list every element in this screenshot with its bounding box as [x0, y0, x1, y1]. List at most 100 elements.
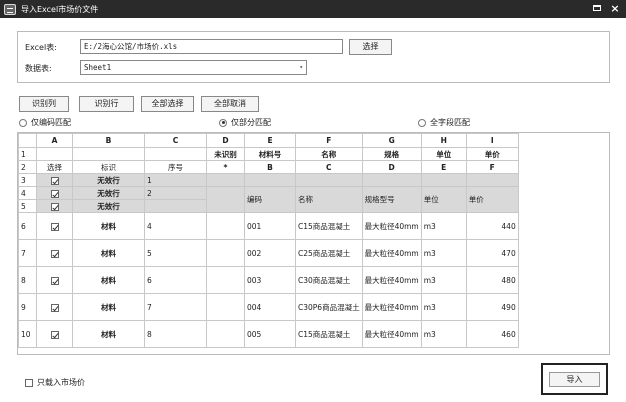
- grid-cell[interactable]: 名称: [295, 147, 363, 161]
- checkbox-checked-icon[interactable]: [50, 330, 59, 339]
- row-checkbox-cell[interactable]: [36, 173, 73, 187]
- row-checkbox-cell[interactable]: [36, 266, 73, 294]
- grid-cell[interactable]: [36, 147, 73, 161]
- material-code[interactable]: 003: [244, 266, 296, 294]
- row-number[interactable]: 3: [18, 173, 37, 187]
- row-number[interactable]: 4: [18, 186, 37, 200]
- grid-cell[interactable]: [361, 173, 422, 187]
- grid-cell[interactable]: [206, 266, 245, 294]
- grid-cell[interactable]: 编码: [244, 186, 296, 213]
- row-number[interactable]: 8: [18, 266, 37, 294]
- checkbox-checked-icon[interactable]: [50, 222, 59, 231]
- radio-partial[interactable]: 仅部分匹配: [219, 117, 271, 128]
- grid-cell[interactable]: 标识: [72, 160, 145, 174]
- row-number[interactable]: 6: [18, 212, 37, 240]
- grid-cell[interactable]: 规格: [361, 147, 422, 161]
- material-unit[interactable]: m3: [420, 293, 467, 321]
- column-header[interactable]: H: [420, 133, 467, 148]
- material-name[interactable]: C15商品混凝土: [295, 212, 363, 240]
- spreadsheet-grid[interactable]: A B C D E F G H I 1 未识别 材料号 名称 规格 单位 单价 2 选择 标识 序号 * B C D E F 3 无效…: [17, 132, 610, 355]
- row-checkbox-cell[interactable]: [36, 212, 73, 240]
- material-unit[interactable]: m3: [420, 239, 467, 267]
- material-code[interactable]: 004: [244, 293, 296, 321]
- grid-cell[interactable]: 序号: [144, 160, 207, 174]
- grid-cell[interactable]: 材料号: [244, 147, 296, 161]
- column-header[interactable]: I: [465, 133, 519, 148]
- grid-cell[interactable]: 单位: [420, 147, 467, 161]
- row-checkbox-cell[interactable]: [36, 239, 73, 267]
- grid-cell[interactable]: 单价: [465, 147, 519, 161]
- grid-cell[interactable]: [295, 173, 363, 187]
- material-price[interactable]: 470: [465, 239, 519, 267]
- market-only-checkbox[interactable]: 只载入市场价: [25, 377, 85, 388]
- column-header[interactable]: [18, 133, 37, 148]
- grid-cell[interactable]: [420, 173, 467, 187]
- grid-cell[interactable]: E: [420, 160, 467, 174]
- checkbox-checked-icon[interactable]: [50, 276, 59, 285]
- material-spec[interactable]: 最大粒径40mm: [361, 212, 422, 240]
- checkbox-checked-icon[interactable]: [50, 189, 59, 198]
- deselect-all-button[interactable]: 全部取消: [201, 96, 259, 112]
- import-button[interactable]: 导入: [549, 372, 600, 387]
- column-header[interactable]: C: [144, 133, 207, 148]
- material-unit[interactable]: m3: [420, 266, 467, 294]
- grid-cell[interactable]: [244, 173, 296, 187]
- grid-cell[interactable]: 单价: [465, 186, 519, 213]
- material-unit[interactable]: m3: [420, 320, 467, 348]
- grid-cell[interactable]: 名称: [295, 186, 363, 213]
- grid-cell[interactable]: [206, 293, 245, 321]
- material-name[interactable]: C30商品混凝土: [295, 266, 363, 294]
- grid-cell[interactable]: 规格型号: [361, 186, 422, 213]
- select-all-button[interactable]: 全部选择: [141, 96, 194, 112]
- column-header[interactable]: F: [295, 133, 363, 148]
- grid-cell[interactable]: [206, 320, 245, 348]
- browse-button[interactable]: 选择: [349, 39, 392, 55]
- material-code[interactable]: 002: [244, 239, 296, 267]
- grid-cell[interactable]: *: [206, 160, 245, 174]
- row-number[interactable]: 9: [18, 293, 37, 321]
- material-code[interactable]: 005: [244, 320, 296, 348]
- row-checkbox-cell[interactable]: [36, 186, 73, 200]
- grid-cell[interactable]: D: [361, 160, 422, 174]
- checkbox-checked-icon[interactable]: [50, 303, 59, 312]
- identify-row-button[interactable]: 识别行: [79, 96, 134, 112]
- grid-cell[interactable]: [206, 212, 245, 240]
- checkbox-checked-icon[interactable]: [50, 176, 59, 185]
- material-spec[interactable]: 最大粒径40mm: [361, 293, 422, 321]
- grid-cell[interactable]: [206, 173, 245, 187]
- material-name[interactable]: C15商品混凝土: [295, 320, 363, 348]
- grid-cell[interactable]: [144, 147, 207, 161]
- column-header[interactable]: A: [36, 133, 73, 148]
- grid-cell[interactable]: [206, 239, 245, 267]
- material-spec[interactable]: 最大粒径40mm: [361, 266, 422, 294]
- column-header[interactable]: B: [72, 133, 145, 148]
- grid-cell[interactable]: B: [244, 160, 296, 174]
- radio-all-fields[interactable]: 全字段匹配: [418, 117, 470, 128]
- row-checkbox-cell[interactable]: [36, 320, 73, 348]
- row-number[interactable]: 1: [18, 147, 37, 161]
- grid-cell[interactable]: 选择: [36, 160, 73, 174]
- row-number[interactable]: 5: [18, 199, 37, 213]
- grid-cell[interactable]: [72, 147, 145, 161]
- material-price[interactable]: 440: [465, 212, 519, 240]
- material-code[interactable]: 001: [244, 212, 296, 240]
- row-number[interactable]: 10: [18, 320, 37, 348]
- column-header[interactable]: D: [206, 133, 245, 148]
- material-unit[interactable]: m3: [420, 212, 467, 240]
- maximize-button[interactable]: [590, 2, 604, 16]
- grid-cell[interactable]: 未识别: [206, 147, 245, 161]
- grid-cell[interactable]: C: [295, 160, 363, 174]
- material-price[interactable]: 460: [465, 320, 519, 348]
- checkbox-checked-icon[interactable]: [50, 202, 59, 211]
- grid-cell[interactable]: 单位: [420, 186, 467, 213]
- sheet-select[interactable]: Sheet1 ▾: [80, 60, 307, 75]
- radio-code-only[interactable]: 仅编码匹配: [19, 117, 71, 128]
- excel-path-input[interactable]: E:/2海心公馆/市场价.xls: [80, 39, 343, 54]
- material-spec[interactable]: 最大粒径40mm: [361, 320, 422, 348]
- row-checkbox-cell[interactable]: [36, 293, 73, 321]
- row-number[interactable]: 2: [18, 160, 37, 174]
- material-price[interactable]: 480: [465, 266, 519, 294]
- grid-cell[interactable]: [465, 173, 519, 187]
- material-spec[interactable]: 最大粒径40mm: [361, 239, 422, 267]
- material-name[interactable]: C30P6商品混凝土: [295, 293, 363, 321]
